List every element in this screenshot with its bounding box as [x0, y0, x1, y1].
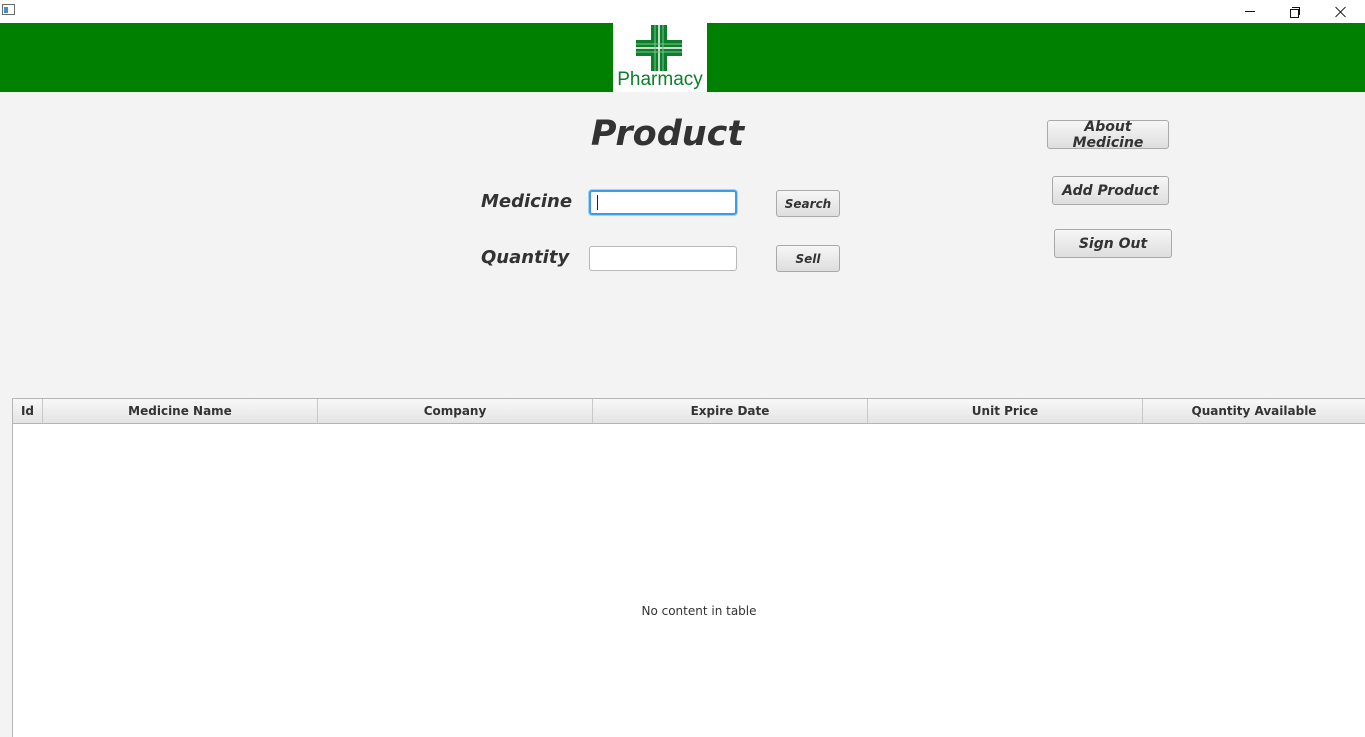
column-header-expire-date[interactable]: Expire Date — [593, 399, 868, 423]
column-header-medicine-name[interactable]: Medicine Name — [43, 399, 318, 423]
sign-out-button[interactable]: Sign Out — [1054, 229, 1172, 258]
column-header-quantity-available[interactable]: Quantity Available — [1143, 399, 1365, 423]
close-button[interactable] — [1318, 0, 1364, 23]
about-medicine-button[interactable]: About Medicine — [1047, 119, 1169, 151]
logo-text: Pharmacy — [617, 69, 703, 90]
sell-button[interactable]: Sell — [776, 245, 840, 272]
restore-button[interactable] — [1272, 0, 1318, 23]
add-product-button[interactable]: Add Product — [1052, 176, 1169, 205]
close-icon — [1335, 6, 1347, 18]
medicine-table[interactable]: Id Medicine Name Company Expire Date Uni… — [12, 398, 1365, 737]
minimize-button[interactable] — [1227, 0, 1273, 23]
column-header-company[interactable]: Company — [318, 399, 593, 423]
header-banner: Pharmacy — [0, 23, 1365, 92]
search-button[interactable]: Search — [776, 190, 840, 217]
text-caret — [597, 195, 598, 210]
pharmacy-cross-icon — [636, 25, 682, 71]
quantity-label: Quantity — [481, 247, 570, 268]
medicine-input[interactable] — [589, 190, 737, 215]
page-title: Product — [590, 114, 745, 154]
column-header-unit-price[interactable]: Unit Price — [868, 399, 1143, 423]
column-header-id[interactable]: Id — [13, 399, 43, 423]
minimize-icon — [1245, 11, 1255, 12]
pharmacy-logo: Pharmacy — [613, 23, 707, 92]
medicine-label: Medicine — [481, 191, 573, 212]
table-header: Id Medicine Name Company Expire Date Uni… — [13, 399, 1365, 424]
window-title-bar — [0, 0, 1365, 23]
restore-icon — [1290, 6, 1300, 18]
table-empty-message: No content in table — [641, 604, 757, 618]
app-icon — [2, 4, 15, 15]
quantity-input[interactable] — [589, 246, 737, 271]
